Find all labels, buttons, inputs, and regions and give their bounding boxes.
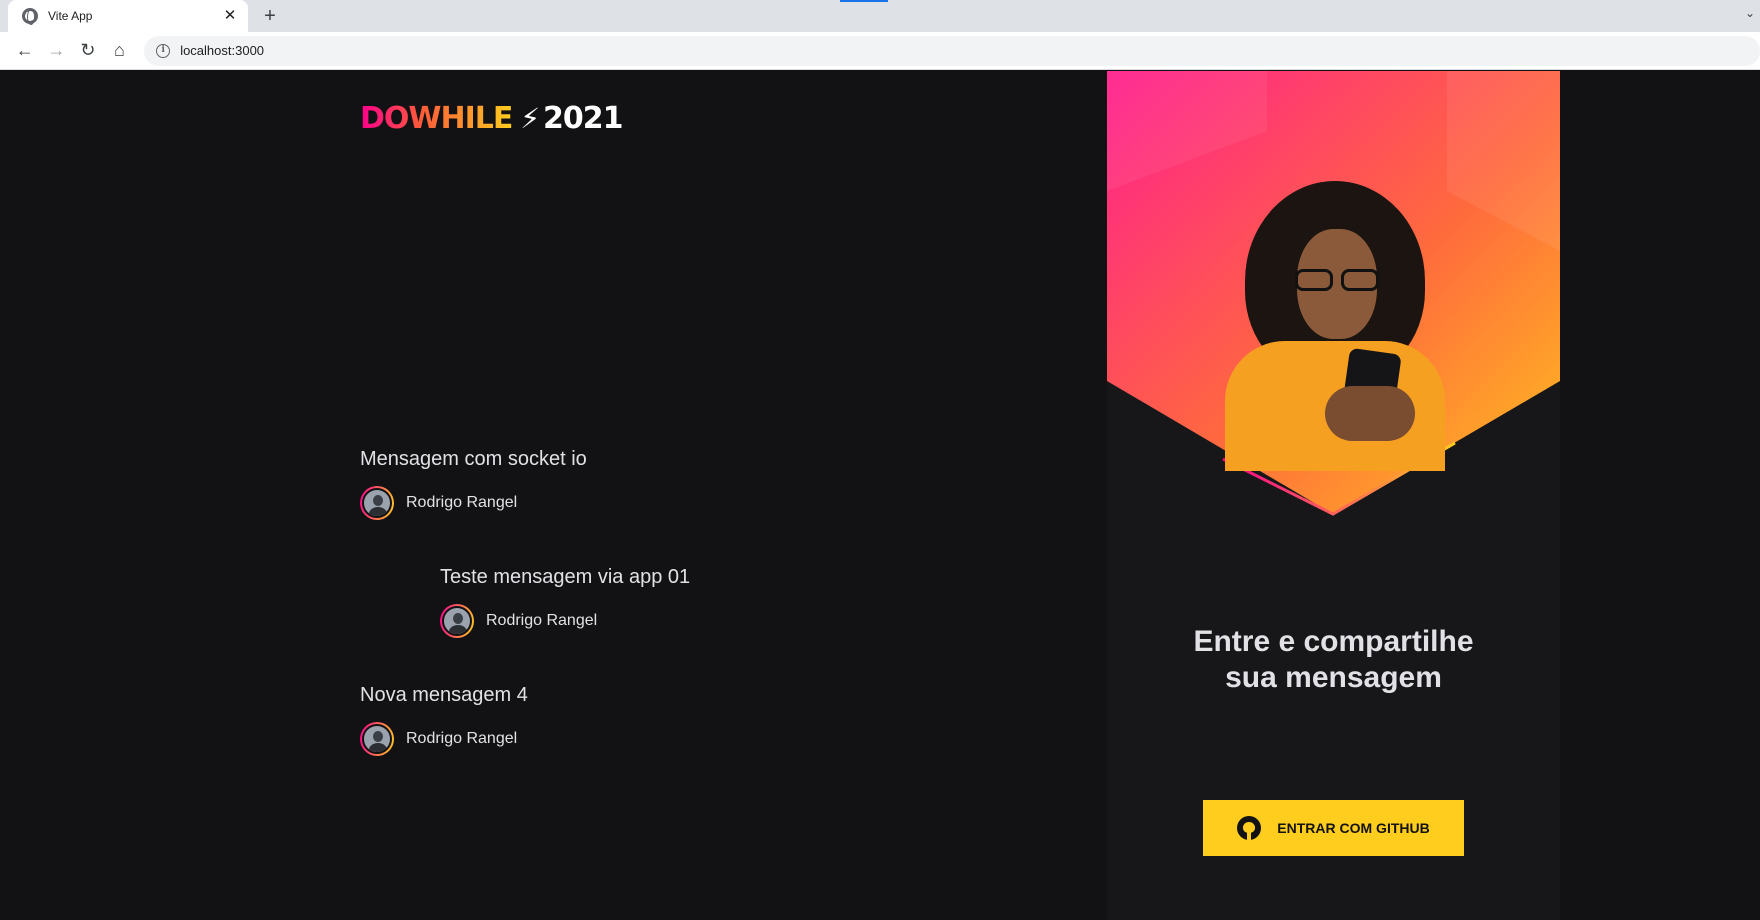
chevron-down-icon[interactable]: ⌄	[1742, 6, 1758, 22]
user-name: Rodrigo Rangel	[406, 730, 518, 747]
user-name: Rodrigo Rangel	[406, 494, 518, 511]
browser-toolbar: ← → ↻ ⌂ i localhost:3000	[0, 32, 1760, 70]
message-content: Nova mensagem 4	[360, 684, 528, 706]
forward-button[interactable]: →	[42, 36, 72, 66]
close-icon[interactable]: ✕	[222, 8, 238, 24]
message-item: Nova mensagem 4 Rodrigo Rangel	[360, 680, 880, 798]
spark-icon: ⚡	[520, 101, 540, 135]
address-bar[interactable]: i localhost:3000	[144, 35, 1760, 66]
tab-indicator	[840, 0, 888, 2]
message-item: Teste mensagem via app 01 Rodrigo Rangel	[360, 562, 880, 680]
app-page: DOWHILE ⚡ 2021 Mensagem com socket io Ro…	[0, 71, 1760, 920]
avatar	[360, 722, 394, 756]
avatar	[360, 486, 394, 520]
url-text: localhost:3000	[180, 43, 265, 58]
info-icon[interactable]: i	[156, 43, 171, 58]
arrow-left-icon: ←	[15, 40, 34, 60]
avatar-image	[362, 724, 392, 754]
logo-brand: DOWHILE	[360, 100, 513, 136]
login-title-line1: Entre e compartilhe	[1193, 625, 1474, 658]
message-list: Mensagem com socket io Rodrigo Rangel Te…	[360, 444, 880, 798]
login-title-line2: sua mensagem	[1225, 661, 1442, 694]
dowhile-logo: DOWHILE ⚡ 2021	[360, 100, 624, 136]
avatar-image	[362, 488, 392, 518]
woman-with-phone-image	[1225, 181, 1445, 471]
arrow-right-icon: →	[47, 40, 66, 60]
home-button[interactable]: ⌂	[105, 36, 135, 66]
logo-year: 2021	[543, 100, 623, 136]
back-button[interactable]: ←	[10, 36, 40, 66]
tab-title: Vite App	[48, 9, 93, 23]
github-icon	[1237, 816, 1262, 840]
message-user: Rodrigo Rangel	[440, 604, 880, 638]
github-signin-label: ENTRAR COM GITHUB	[1277, 820, 1430, 836]
reload-button[interactable]: ↻	[73, 36, 103, 66]
login-panel: Entre e compartilhe sua mensagem ENTRAR …	[1107, 71, 1560, 920]
globe-icon	[22, 8, 38, 25]
login-title: Entre e compartilhe sua mensagem	[1107, 624, 1560, 696]
message-item: Mensagem com socket io Rodrigo Rangel	[360, 444, 880, 562]
message-user: Rodrigo Rangel	[360, 722, 880, 756]
browser-tab[interactable]: Vite App ✕	[8, 0, 248, 32]
message-content: Mensagem com socket io	[360, 448, 587, 470]
user-name: Rodrigo Rangel	[486, 612, 598, 629]
home-icon: ⌂	[113, 40, 125, 60]
github-signin-button[interactable]: ENTRAR COM GITHUB	[1203, 800, 1464, 856]
browser-tab-bar: Vite App ✕ + ⌄	[0, 0, 1760, 32]
avatar-image	[442, 606, 472, 636]
reload-icon: ↻	[80, 40, 96, 60]
message-user: Rodrigo Rangel	[360, 486, 880, 520]
new-tab-button[interactable]: +	[258, 4, 282, 28]
avatar	[440, 604, 474, 638]
message-content: Teste mensagem via app 01	[440, 566, 691, 588]
